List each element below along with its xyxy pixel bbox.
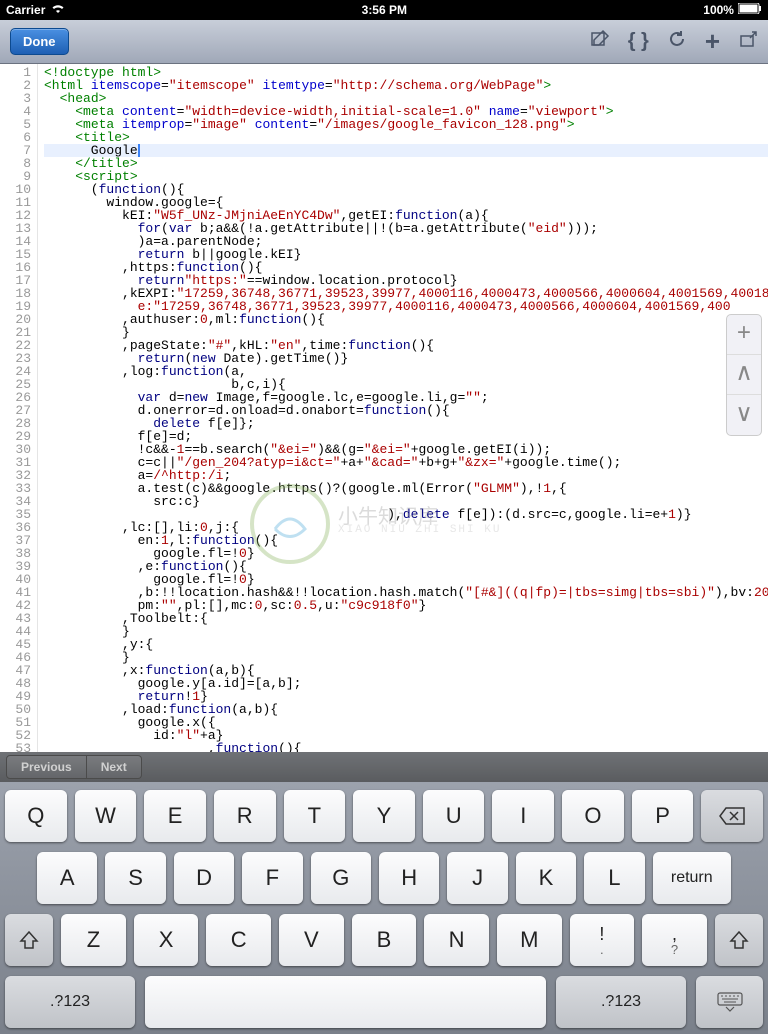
key-e[interactable]: E (144, 790, 206, 842)
key-q[interactable]: Q (5, 790, 67, 842)
key-l[interactable]: L (584, 852, 644, 904)
previous-button[interactable]: Previous (6, 755, 87, 779)
shift-key[interactable] (5, 914, 53, 966)
code-line[interactable]: ,function(){ (44, 742, 768, 752)
numeric-key-right[interactable]: .?123 (556, 976, 686, 1028)
refresh-icon[interactable] (667, 29, 687, 55)
compose-icon[interactable] (590, 29, 610, 55)
key-z[interactable]: Z (61, 914, 126, 966)
braces-icon[interactable]: { } (628, 30, 649, 53)
code-line[interactable]: </title> (44, 157, 768, 170)
code-line[interactable]: <title> (44, 131, 768, 144)
share-icon[interactable] (738, 29, 758, 55)
done-button[interactable]: Done (10, 28, 69, 55)
key-punct-8[interactable]: ,? (642, 914, 707, 966)
return-key[interactable]: return (653, 852, 731, 904)
key-y[interactable]: Y (353, 790, 415, 842)
wifi-icon (51, 3, 65, 17)
keyboard: QWERTYUIOP ASDFGHJKLreturn ZXCVBNM!.,? .… (0, 782, 768, 1034)
key-w[interactable]: W (75, 790, 137, 842)
battery-icon (738, 3, 762, 17)
key-k[interactable]: K (516, 852, 576, 904)
move-up-button[interactable]: ∧ (727, 355, 761, 395)
key-i[interactable]: I (492, 790, 554, 842)
zoom-controls: + ∧ ∨ (726, 314, 762, 436)
code-line[interactable]: ,Toolbelt:{ (44, 612, 768, 625)
key-f[interactable]: F (242, 852, 302, 904)
key-m[interactable]: M (497, 914, 562, 966)
key-t[interactable]: T (284, 790, 346, 842)
key-p[interactable]: P (632, 790, 694, 842)
toolbar: Done { } + (0, 20, 768, 64)
status-bar: Carrier 3:56 PM 100% (0, 0, 768, 20)
numeric-key[interactable]: .?123 (5, 976, 135, 1028)
key-j[interactable]: J (447, 852, 507, 904)
key-o[interactable]: O (562, 790, 624, 842)
hide-keyboard-key[interactable] (696, 976, 763, 1028)
backspace-key[interactable] (701, 790, 763, 842)
key-g[interactable]: G (311, 852, 371, 904)
code-area[interactable]: <!doctype html><html itemscope="itemscop… (38, 64, 768, 752)
move-down-button[interactable]: ∨ (727, 395, 761, 435)
key-b[interactable]: B (352, 914, 417, 966)
key-r[interactable]: R (214, 790, 276, 842)
line-gutter: 1234567891011121314151617181920212223242… (0, 64, 38, 752)
key-a[interactable]: A (37, 852, 97, 904)
clock: 3:56 PM (362, 3, 407, 17)
code-line[interactable]: ,authuser:0,ml:function(){ (44, 313, 768, 326)
key-punct-7[interactable]: !. (570, 914, 635, 966)
key-n[interactable]: N (424, 914, 489, 966)
key-s[interactable]: S (105, 852, 165, 904)
code-line[interactable]: <html itemscope="itemscope" itemtype="ht… (44, 79, 768, 92)
key-u[interactable]: U (423, 790, 485, 842)
code-line[interactable]: <meta itemprop="image" content="/images/… (44, 118, 768, 131)
battery-percent: 100% (703, 3, 734, 17)
carrier-label: Carrier (6, 3, 45, 17)
key-v[interactable]: V (279, 914, 344, 966)
key-h[interactable]: H (379, 852, 439, 904)
add-icon[interactable]: + (705, 26, 720, 57)
code-line[interactable]: ,y:{ (44, 638, 768, 651)
code-line[interactable]: Google (44, 144, 768, 157)
next-button[interactable]: Next (87, 755, 142, 779)
key-d[interactable]: D (174, 852, 234, 904)
shift-key-right[interactable] (715, 914, 763, 966)
space-key[interactable] (145, 976, 546, 1028)
code-editor[interactable]: 1234567891011121314151617181920212223242… (0, 64, 768, 752)
keyboard-accessory: Previous Next (0, 752, 768, 782)
zoom-in-button[interactable]: + (727, 315, 761, 355)
key-c[interactable]: C (206, 914, 271, 966)
key-x[interactable]: X (134, 914, 199, 966)
